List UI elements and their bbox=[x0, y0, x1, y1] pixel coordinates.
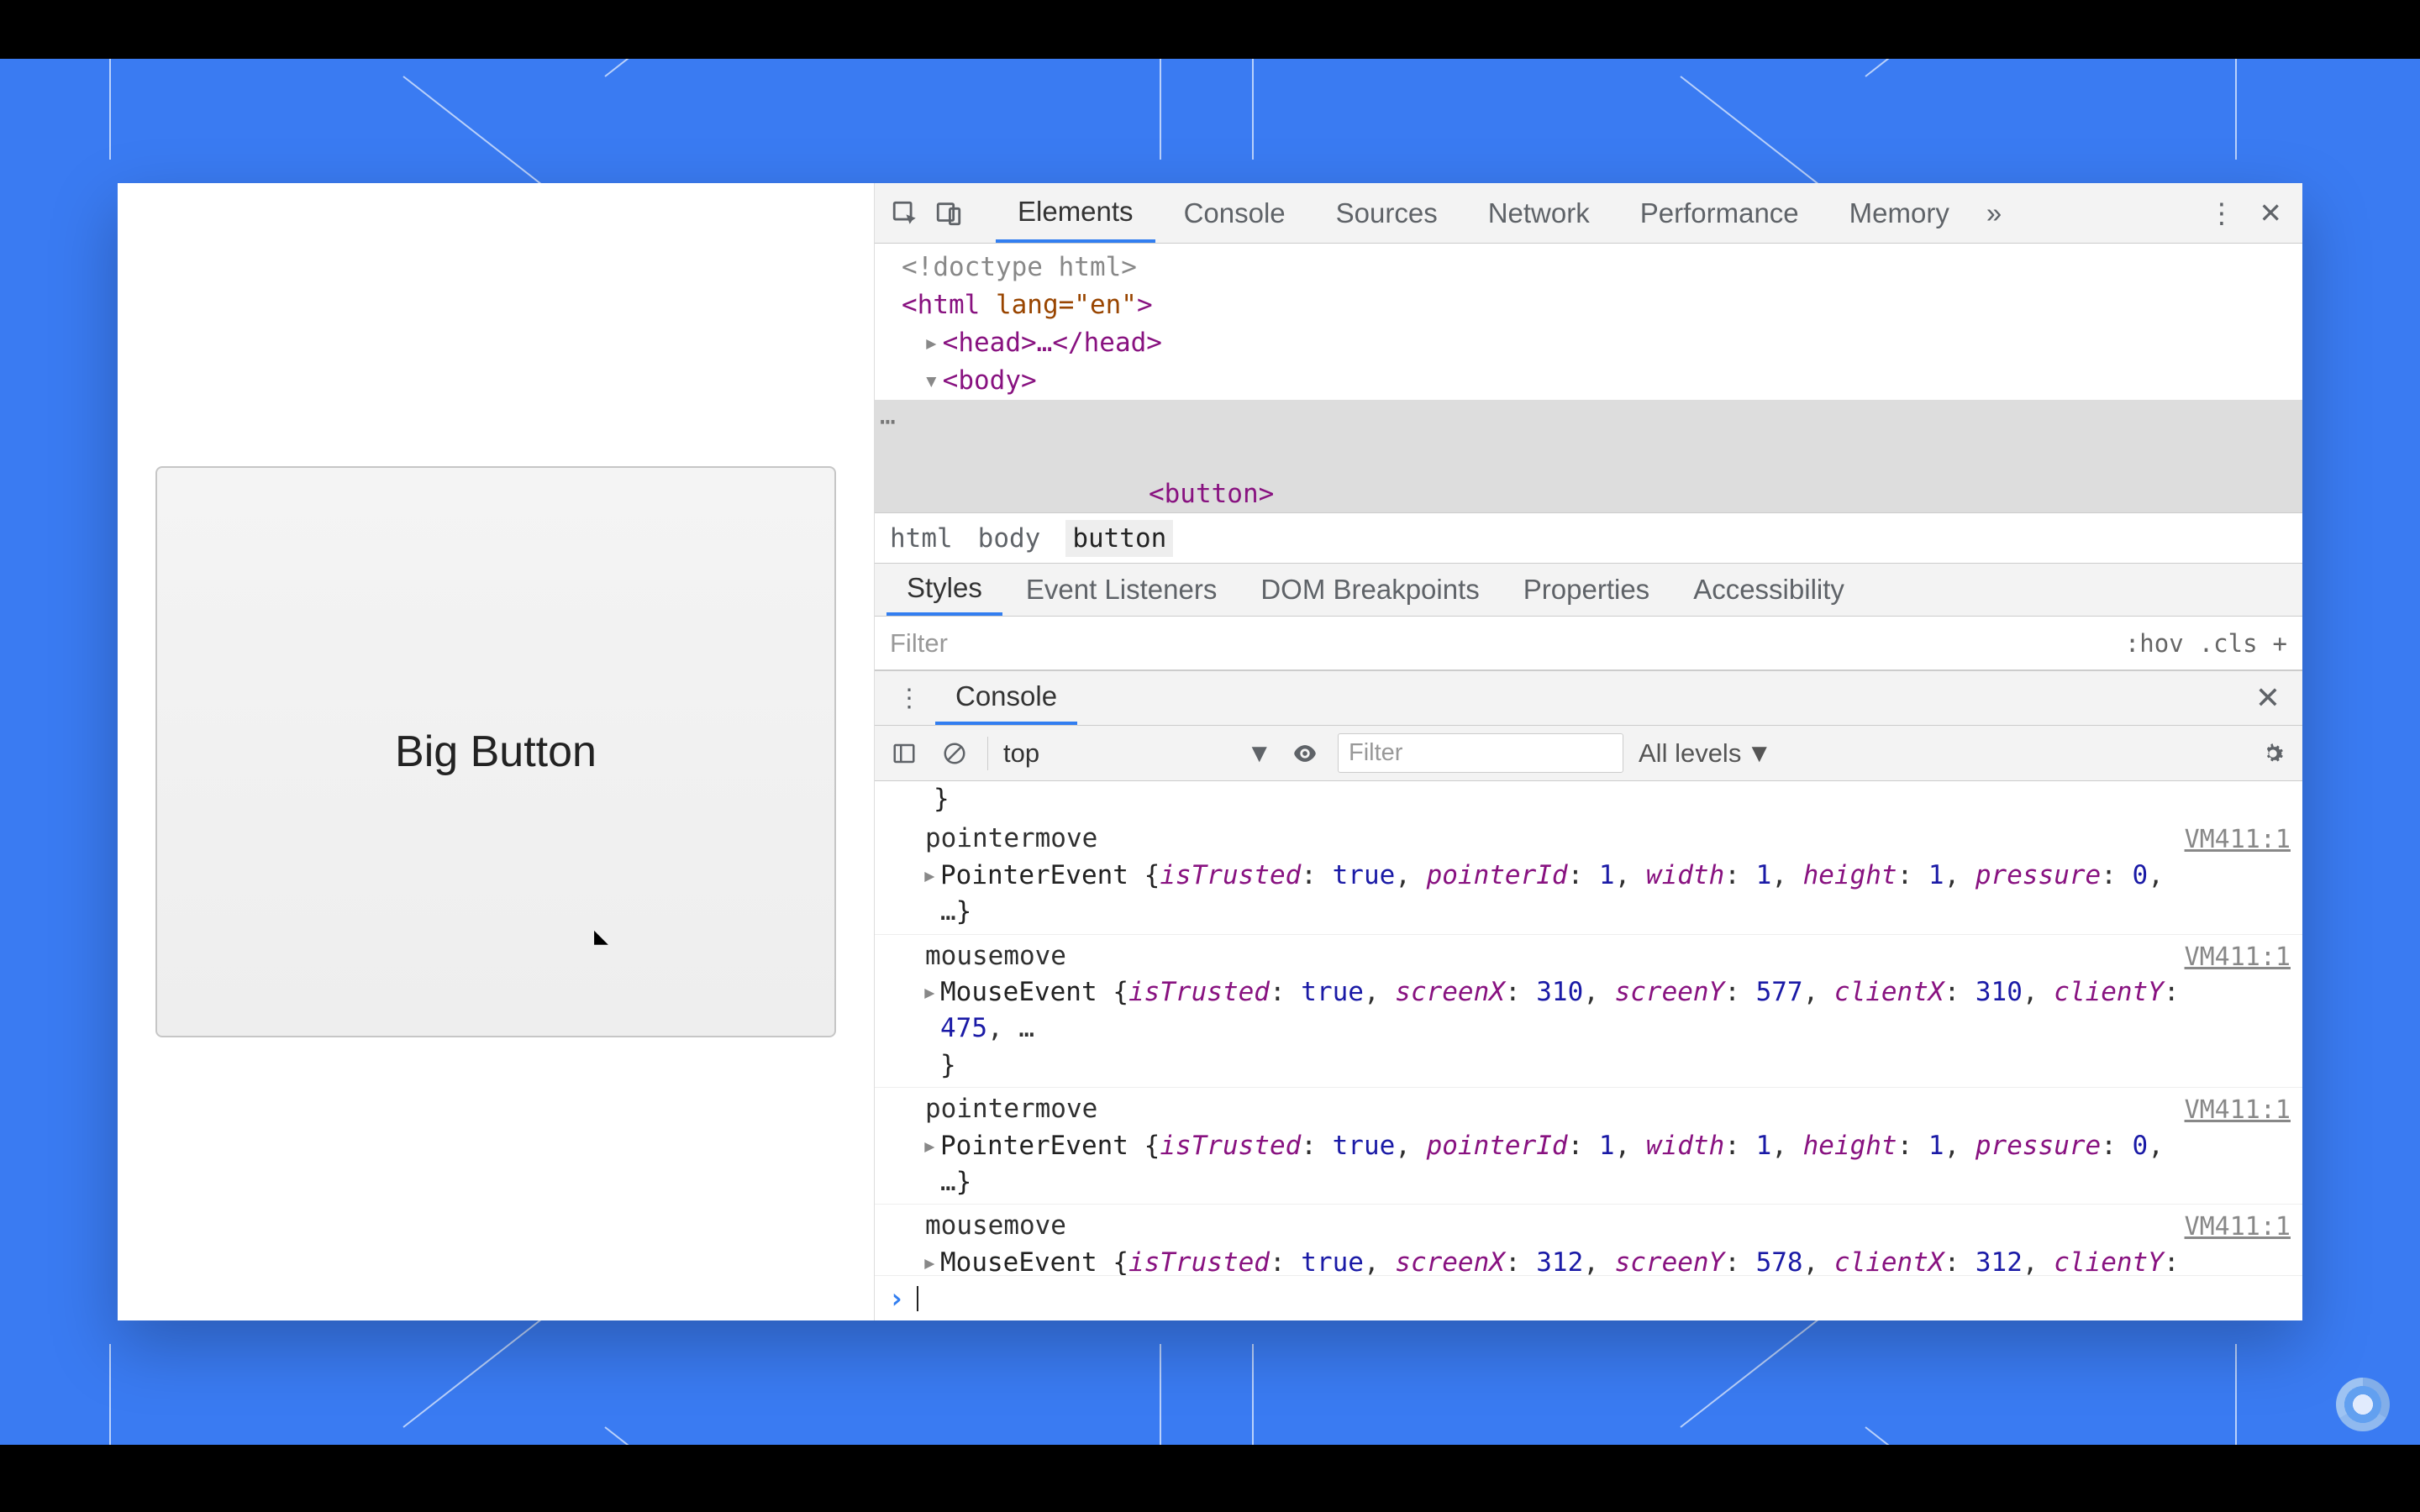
toolbar-separator bbox=[987, 737, 988, 770]
decorative-line bbox=[1865, 1426, 2038, 1445]
chevron-down-icon: ▼ bbox=[1246, 738, 1272, 769]
decorative-line bbox=[1160, 1344, 1161, 1445]
decorative-line bbox=[2235, 59, 2237, 160]
chrome-logo-icon bbox=[2336, 1378, 2390, 1431]
decorative-line bbox=[109, 1344, 111, 1445]
decorative-line bbox=[1252, 1344, 1254, 1445]
log-label: pointermove bbox=[925, 1091, 2202, 1127]
styles-filter-row: :hov .cls + bbox=[875, 617, 2302, 670]
drawer-menu-icon[interactable]: ⋮ bbox=[883, 684, 935, 713]
letterbox-bottom bbox=[0, 1445, 2420, 1512]
live-expression-icon[interactable] bbox=[1287, 736, 1323, 771]
dom-node-button-selected[interactable]: ⋯ <button> Big Button </button> == $0 bbox=[875, 400, 2302, 512]
tab-performance[interactable]: Performance bbox=[1618, 183, 1821, 243]
styles-filter-actions: :hov .cls + bbox=[2110, 629, 2302, 658]
decorative-line bbox=[1865, 59, 2038, 77]
tab-elements[interactable]: Elements bbox=[996, 183, 1155, 243]
log-label: mousemove bbox=[925, 938, 2202, 974]
subtab-accessibility[interactable]: Accessibility bbox=[1673, 564, 1865, 616]
log-source-link[interactable]: VM411:1 bbox=[2185, 1210, 2291, 1245]
dom-breadcrumb: html body button bbox=[875, 512, 2302, 563]
inspect-element-icon[interactable] bbox=[886, 195, 923, 232]
console-prompt[interactable]: › bbox=[875, 1275, 2302, 1320]
log-label: pointermove bbox=[925, 821, 2202, 857]
device-toggle-icon[interactable] bbox=[930, 195, 967, 232]
letterbox-top bbox=[0, 0, 2420, 59]
new-style-rule-icon[interactable]: + bbox=[2273, 629, 2287, 658]
breadcrumb-button[interactable]: button bbox=[1065, 520, 1173, 557]
hov-toggle[interactable]: :hov bbox=[2125, 629, 2184, 658]
styles-subtabs: Styles Event Listeners DOM Breakpoints P… bbox=[875, 563, 2302, 617]
log-source-link[interactable]: VM411:1 bbox=[2185, 822, 2291, 858]
prompt-chevron-icon: › bbox=[888, 1282, 905, 1315]
console-sidebar-toggle-icon[interactable] bbox=[886, 736, 922, 771]
log-entry[interactable]: VM411:1 pointermove PointerEvent {isTrus… bbox=[875, 1088, 2302, 1205]
decorative-line bbox=[1252, 59, 1254, 160]
devtools-tabstrip: Elements Console Sources Network Perform… bbox=[875, 183, 2302, 244]
breadcrumb-html[interactable]: html bbox=[890, 523, 953, 554]
dom-node-doctype[interactable]: <!doctype html> bbox=[902, 249, 2302, 286]
log-entry[interactable]: VM411:1 mousemove MouseEvent {isTrusted:… bbox=[875, 935, 2302, 1089]
elements-panel: <!doctype html> <html lang="en"> <head>…… bbox=[875, 244, 2302, 512]
kebab-menu-icon[interactable]: ⋮ bbox=[2199, 197, 2244, 229]
dom-node-body[interactable]: <body> bbox=[902, 362, 2302, 400]
close-devtools-icon[interactable]: ✕ bbox=[2250, 197, 2291, 229]
dom-node-head[interactable]: <head>…</head> bbox=[902, 324, 2302, 362]
subtab-properties[interactable]: Properties bbox=[1503, 564, 1670, 616]
decorative-line bbox=[109, 59, 111, 160]
console-drawer: ⋮ Console ✕ top ▼ bbox=[875, 670, 2302, 1320]
big-button-label: Big Button bbox=[395, 727, 597, 776]
log-label: mousemove bbox=[925, 1208, 2202, 1244]
subtab-event-listeners[interactable]: Event Listeners bbox=[1006, 564, 1237, 616]
more-tabs-icon[interactable]: » bbox=[1978, 197, 2010, 229]
clear-console-icon[interactable] bbox=[937, 736, 972, 771]
decorative-line bbox=[604, 1426, 777, 1445]
log-source-link[interactable]: VM411:1 bbox=[2185, 1093, 2291, 1128]
log-entry[interactable]: VM411:1 mousemove MouseEvent {isTrusted:… bbox=[875, 1205, 2302, 1275]
drawer-tab-console[interactable]: Console bbox=[935, 671, 1077, 725]
context-selector[interactable]: top ▼ bbox=[1003, 738, 1272, 769]
styles-filter-input[interactable] bbox=[875, 617, 2110, 669]
console-toolbar: top ▼ All levels ▼ bbox=[875, 726, 2302, 781]
tab-memory[interactable]: Memory bbox=[1828, 183, 1971, 243]
log-entry[interactable]: VM411:1 pointermove PointerEvent {isTrus… bbox=[875, 817, 2302, 934]
decorative-line bbox=[604, 59, 777, 77]
breadcrumb-body[interactable]: body bbox=[978, 523, 1041, 554]
tab-console[interactable]: Console bbox=[1162, 183, 1307, 243]
text-cursor bbox=[917, 1286, 918, 1311]
cls-toggle[interactable]: .cls bbox=[2199, 629, 2258, 658]
log-object[interactable]: MouseEvent {isTrusted: true, screenX: 31… bbox=[925, 1245, 2202, 1275]
page-viewport: Big Button ◣ bbox=[118, 183, 874, 1320]
log-close-brace: } bbox=[875, 781, 2302, 817]
browser-window: Big Button ◣ Elements Console Sources Ne… bbox=[118, 183, 2302, 1320]
subtab-dom-breakpoints[interactable]: DOM Breakpoints bbox=[1240, 564, 1499, 616]
subtab-styles[interactable]: Styles bbox=[886, 564, 1002, 616]
log-levels-selector[interactable]: All levels ▼ bbox=[1639, 738, 1772, 769]
log-object[interactable]: MouseEvent {isTrusted: true, screenX: 31… bbox=[925, 974, 2202, 1084]
context-label: top bbox=[1003, 738, 1039, 769]
chevron-down-icon: ▼ bbox=[1746, 738, 1772, 769]
presentation-stage: Big Button ◣ Elements Console Sources Ne… bbox=[0, 59, 2420, 1445]
drawer-header: ⋮ Console ✕ bbox=[875, 670, 2302, 726]
decorative-line bbox=[1160, 59, 1161, 160]
decorative-line bbox=[2235, 1344, 2237, 1445]
log-object[interactable]: PointerEvent {isTrusted: true, pointerId… bbox=[925, 858, 2202, 931]
tab-network[interactable]: Network bbox=[1466, 183, 1612, 243]
log-source-link[interactable]: VM411:1 bbox=[2185, 940, 2291, 975]
console-settings-icon[interactable] bbox=[2255, 736, 2291, 771]
dom-node-html[interactable]: <html lang="en"> bbox=[902, 286, 2302, 324]
console-log-area[interactable]: } VM411:1 pointermove PointerEvent {isTr… bbox=[875, 781, 2302, 1275]
close-drawer-icon[interactable]: ✕ bbox=[2242, 680, 2294, 716]
console-filter-input[interactable] bbox=[1338, 733, 1623, 773]
tab-sources[interactable]: Sources bbox=[1314, 183, 1460, 243]
mouse-cursor-icon: ◣ bbox=[594, 926, 608, 948]
log-object[interactable]: PointerEvent {isTrusted: true, pointerId… bbox=[925, 1128, 2202, 1201]
big-button[interactable]: Big Button ◣ bbox=[155, 466, 836, 1037]
dom-tree[interactable]: <!doctype html> <html lang="en"> <head>…… bbox=[875, 244, 2302, 512]
devtools-panel: Elements Console Sources Network Perform… bbox=[874, 183, 2302, 1320]
